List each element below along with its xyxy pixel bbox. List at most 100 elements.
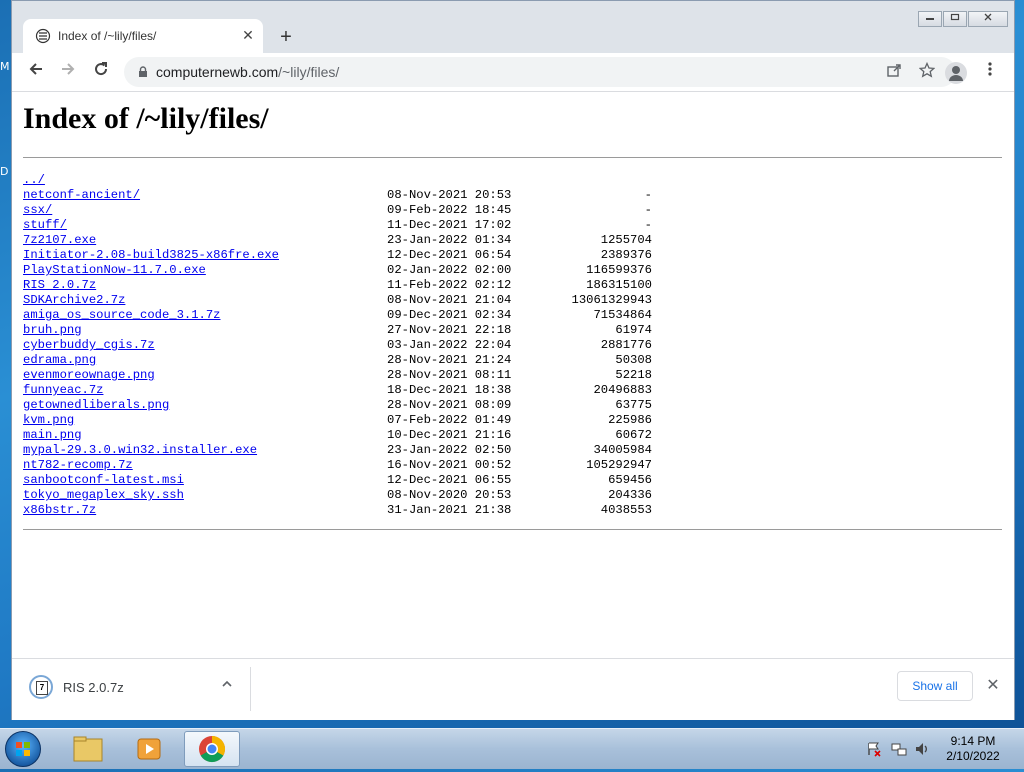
star-icon[interactable] [917, 61, 937, 82]
file-date: 09-Feb-2022 18:45 [387, 203, 512, 217]
list-item: 7z2107.exe 23-Jan-2022 01:34 1255704 [23, 233, 723, 248]
tab-title: Index of /~lily/files/ [58, 29, 157, 43]
file-link[interactable]: edrama.png [23, 353, 96, 368]
download-shelf: 7 RIS 2.0.7z Show all ✕ [12, 658, 1014, 720]
clock-date: 2/10/2022 [946, 749, 1000, 763]
file-size: 186315100 [586, 278, 652, 292]
file-link[interactable]: Initiator-2.08-build3825-x86fre.exe [23, 248, 279, 263]
file-date: 08-Nov-2020 20:53 [387, 488, 512, 502]
new-tab-button[interactable]: + [274, 26, 298, 50]
browser-window: Index of /~lily/files/ ✕ + computernewb.… [11, 0, 1015, 720]
file-link[interactable]: bruh.png [23, 323, 82, 338]
file-link[interactable]: cyberbuddy_cgis.7z [23, 338, 155, 353]
tab-index-of-lily-files[interactable]: Index of /~lily/files/ ✕ [23, 19, 263, 53]
file-link[interactable]: main.png [23, 428, 82, 443]
list-item: Initiator-2.08-build3825-x86fre.exe 12-De… [23, 248, 723, 263]
file-link[interactable]: nt782-recomp.7z [23, 458, 133, 473]
file-date: 12-Dec-2021 06:55 [387, 473, 512, 487]
back-arrow-icon[interactable] [24, 60, 48, 84]
start-button[interactable] [5, 731, 41, 767]
archive-file-icon: 7 [29, 675, 53, 699]
divider [250, 667, 251, 711]
list-item: edrama.png 28-Nov-2021 21:24 50308 [23, 353, 723, 368]
file-link[interactable]: x86bstr.7z [23, 503, 96, 518]
list-item: getownedliberals.png 28-Nov-2021 08:09 637… [23, 398, 723, 413]
file-date: 27-Nov-2021 22:18 [387, 323, 512, 337]
list-item: RIS 2.0.7z 11-Feb-2022 02:12 186315100 [23, 278, 723, 293]
browser-toolbar: computernewb.com/~lily/files/ [12, 53, 1014, 92]
file-link[interactable]: ../ [23, 173, 45, 188]
url-host: computernewb.com [156, 64, 279, 80]
download-file-name: RIS 2.0.7z [63, 680, 124, 695]
file-date: 12-Dec-2021 06:54 [387, 248, 512, 262]
file-date: 28-Nov-2021 08:11 [387, 368, 512, 382]
volume-icon[interactable] [914, 741, 930, 757]
profile-icon[interactable] [945, 62, 967, 84]
action-center-icon[interactable] [866, 741, 882, 757]
file-size: 659456 [608, 473, 652, 487]
windows-logo-icon [16, 742, 30, 756]
file-size: 4038553 [600, 503, 652, 517]
file-size: 1255704 [600, 233, 652, 247]
file-link[interactable]: getownedliberals.png [23, 398, 169, 413]
file-size: - [644, 188, 652, 202]
restore-icon[interactable] [943, 11, 967, 27]
network-icon[interactable] [891, 741, 907, 757]
share-icon[interactable] [884, 62, 904, 82]
file-size: - [644, 203, 652, 217]
tab-strip: Index of /~lily/files/ ✕ + [12, 1, 1014, 53]
desktop-icon-label: M [0, 60, 10, 73]
file-link[interactable]: amiga_os_source_code_3.1.7z [23, 308, 220, 323]
list-item: cyberbuddy_cgis.7z 03-Jan-2022 22:04 28817… [23, 338, 723, 353]
media-player-icon[interactable] [122, 731, 178, 767]
minimize-icon[interactable] [918, 11, 942, 27]
file-date: 02-Jan-2022 02:00 [387, 263, 512, 277]
show-all-button[interactable]: Show all [897, 671, 973, 701]
file-date: 28-Nov-2021 21:24 [387, 353, 512, 367]
file-link[interactable]: tokyo_megaplex_sky.ssh [23, 488, 184, 503]
desktop-icon-label: D [0, 165, 9, 178]
file-date: 28-Nov-2021 08:09 [387, 398, 512, 412]
kebab-menu-icon[interactable] [980, 61, 1000, 83]
page-title: Index of /~lily/files/ [23, 102, 269, 135]
file-link[interactable]: ssx/ [23, 203, 52, 218]
list-item: main.png 10-Dec-2021 21:16 60672 [23, 428, 723, 443]
system-clock[interactable]: 9:14 PM 2/10/2022 [936, 734, 1010, 764]
file-link[interactable]: sanbootconf-latest.msi [23, 473, 184, 488]
close-icon[interactable]: ✕ [983, 676, 1003, 696]
list-item: kvm.png 07-Feb-2022 01:49 225986 [23, 413, 723, 428]
file-link[interactable]: 7z2107.exe [23, 233, 96, 248]
file-date: 18-Dec-2021 18:38 [387, 383, 512, 397]
url-text[interactable]: computernewb.com/~lily/files/ [156, 64, 339, 80]
file-explorer-icon[interactable] [60, 731, 116, 767]
clock-time: 9:14 PM [950, 734, 996, 748]
forward-arrow-icon[interactable] [56, 60, 80, 84]
divider [23, 157, 1002, 158]
lock-icon [139, 66, 147, 77]
list-item: mypal-29.3.0.win32.installer.exe 23-Jan-2… [23, 443, 723, 458]
file-link[interactable]: stuff/ [23, 218, 67, 233]
file-date: 03-Jan-2022 22:04 [387, 338, 512, 352]
reload-icon[interactable] [89, 60, 113, 84]
list-item: SDKArchive2.7z 08-Nov-2021 21:04 130613299… [23, 293, 723, 308]
file-link[interactable]: PlayStationNow-11.7.0.exe [23, 263, 206, 278]
list-item: stuff/11-Dec-2021 17:02 - [23, 218, 723, 233]
file-link[interactable]: kvm.png [23, 413, 74, 428]
address-bar[interactable]: computernewb.com/~lily/files/ [124, 57, 956, 87]
list-item: PlayStationNow-11.7.0.exe 02-Jan-2022 02:… [23, 263, 723, 278]
tab-close-icon[interactable]: ✕ [239, 26, 257, 44]
file-link[interactable]: SDKArchive2.7z [23, 293, 125, 308]
file-date: 07-Feb-2022 01:49 [387, 413, 512, 427]
window-close-icon[interactable] [968, 11, 1008, 27]
file-link[interactable]: funnyeac.7z [23, 383, 103, 398]
file-link[interactable]: mypal-29.3.0.win32.installer.exe [23, 443, 257, 458]
file-size: 61974 [615, 323, 652, 337]
file-link[interactable]: netconf-ancient/ [23, 188, 140, 203]
file-link[interactable]: RIS 2.0.7z [23, 278, 96, 293]
chrome-icon[interactable] [184, 731, 240, 767]
file-date: 09-Dec-2021 02:34 [387, 308, 512, 322]
file-size: 20496883 [593, 383, 652, 397]
list-item: x86bstr.7z 31-Jan-2021 21:38 4038553 [23, 503, 723, 518]
file-link[interactable]: evenmoreownage.png [23, 368, 155, 383]
chevron-up-icon[interactable] [218, 677, 236, 695]
